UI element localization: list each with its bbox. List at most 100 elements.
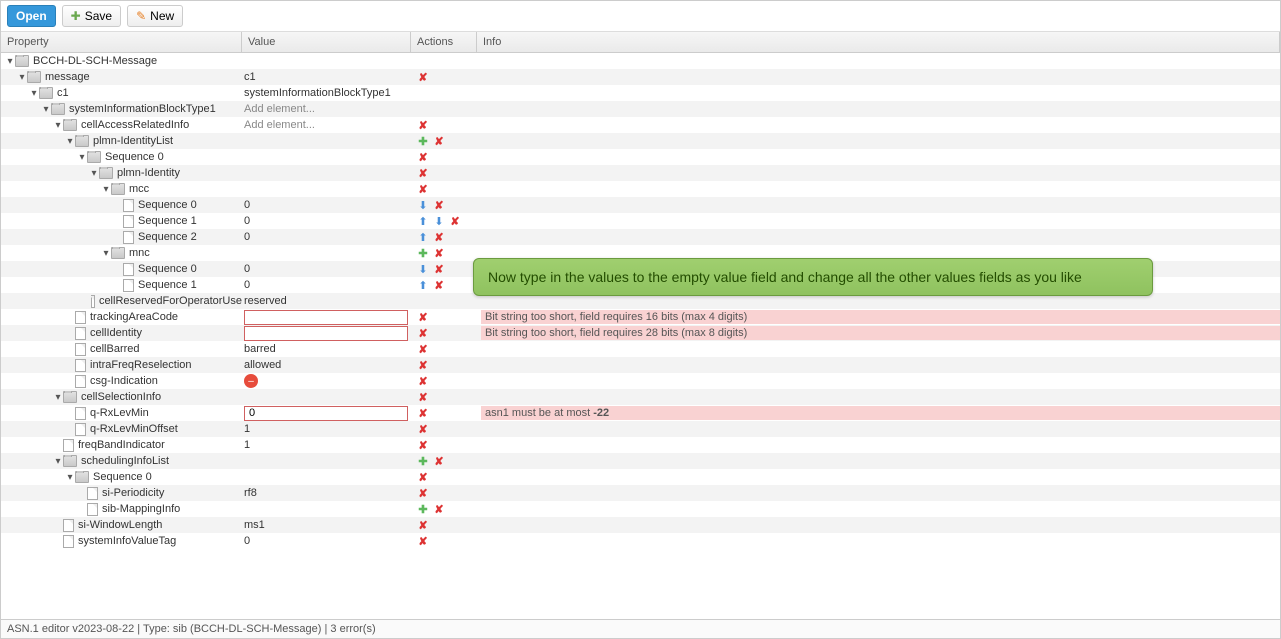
delete-icon[interactable]: ✘ bbox=[417, 487, 429, 499]
delete-icon[interactable]: ✘ bbox=[417, 375, 429, 387]
delete-icon[interactable]: ✘ bbox=[417, 343, 429, 355]
expand-toggle[interactable]: ▾ bbox=[65, 472, 75, 483]
expand-toggle[interactable]: ▾ bbox=[89, 168, 99, 179]
move-up-icon[interactable]: ⬆ bbox=[417, 215, 429, 227]
delete-icon[interactable]: ✘ bbox=[449, 215, 461, 227]
value-input[interactable] bbox=[244, 310, 408, 325]
tree-row[interactable]: Sequence 20⬆✘ bbox=[1, 229, 1280, 245]
delete-icon[interactable]: ✘ bbox=[433, 503, 445, 515]
expand-toggle[interactable]: ▾ bbox=[41, 104, 51, 115]
value-text: c1 bbox=[244, 71, 256, 83]
tree-row[interactable]: ▾c1systemInformationBlockType1 bbox=[1, 85, 1280, 101]
delete-icon[interactable]: ✘ bbox=[433, 263, 445, 275]
move-down-icon[interactable]: ⬇ bbox=[417, 263, 429, 275]
tree-row[interactable]: ▾plmn-IdentityList✚✘ bbox=[1, 133, 1280, 149]
node-label: Sequence 2 bbox=[138, 231, 197, 243]
tree-row[interactable]: ▾systemInformationBlockType1Add element.… bbox=[1, 101, 1280, 117]
move-down-icon[interactable]: ⬇ bbox=[433, 215, 445, 227]
add-icon[interactable]: ✚ bbox=[417, 455, 429, 467]
tree-row[interactable]: ▾BCCH-DL-SCH-Message bbox=[1, 53, 1280, 69]
tree-row[interactable]: ▾Sequence 0✘ bbox=[1, 149, 1280, 165]
open-button[interactable]: Open bbox=[7, 5, 56, 27]
tree-row[interactable]: Sequence 10⬆⬇✘ bbox=[1, 213, 1280, 229]
tree-row[interactable]: ▾messagec1✘ bbox=[1, 69, 1280, 85]
tree-row[interactable]: si-WindowLengthms1✘ bbox=[1, 517, 1280, 533]
new-label: New bbox=[150, 9, 174, 23]
move-up-icon[interactable]: ⬆ bbox=[417, 231, 429, 243]
header-actions[interactable]: Actions bbox=[411, 32, 477, 52]
value-cell: 0 bbox=[242, 199, 411, 211]
delete-icon[interactable]: ✘ bbox=[417, 151, 429, 163]
tree-row[interactable]: cellIdentity✘Bit string too short, field… bbox=[1, 325, 1280, 341]
expand-toggle[interactable]: ▾ bbox=[29, 88, 39, 99]
expand-toggle[interactable]: ▾ bbox=[101, 248, 111, 259]
delete-icon[interactable]: ✘ bbox=[433, 247, 445, 259]
value-cell: reserved bbox=[242, 295, 411, 307]
delete-icon[interactable]: ✘ bbox=[417, 407, 429, 419]
value-input[interactable] bbox=[244, 406, 408, 421]
header-info[interactable]: Info bbox=[477, 32, 1280, 52]
delete-icon[interactable]: ✘ bbox=[417, 183, 429, 195]
property-cell: ▾systemInformationBlockType1 bbox=[1, 103, 242, 115]
delete-icon[interactable]: ✘ bbox=[417, 519, 429, 531]
add-icon[interactable]: ✚ bbox=[417, 503, 429, 515]
delete-icon[interactable]: ✘ bbox=[433, 199, 445, 211]
delete-icon[interactable]: ✘ bbox=[417, 311, 429, 323]
expand-toggle[interactable]: ▾ bbox=[101, 184, 111, 195]
node-label: Sequence 0 bbox=[138, 263, 197, 275]
tree-row[interactable]: cellBarredbarred✘ bbox=[1, 341, 1280, 357]
tree-row[interactable]: intraFreqReselectionallowed✘ bbox=[1, 357, 1280, 373]
delete-icon[interactable]: ✘ bbox=[417, 327, 429, 339]
tree-row[interactable]: ▾schedulingInfoList✚✘ bbox=[1, 453, 1280, 469]
delete-icon[interactable]: ✘ bbox=[417, 359, 429, 371]
tree-row[interactable]: ▾plmn-Identity✘ bbox=[1, 165, 1280, 181]
delete-icon[interactable]: ✘ bbox=[417, 471, 429, 483]
delete-icon[interactable]: ✘ bbox=[417, 71, 429, 83]
info-cell: asn1 must be at most -22 bbox=[477, 406, 1280, 420]
actions-cell: ✘ bbox=[411, 151, 477, 163]
expand-toggle[interactable]: ▾ bbox=[53, 456, 63, 467]
expand-toggle[interactable]: ▾ bbox=[77, 152, 87, 163]
tree-row[interactable]: systemInfoValueTag0✘ bbox=[1, 533, 1280, 549]
tree-row[interactable]: csg-Indication–✘ bbox=[1, 373, 1280, 389]
tree-row[interactable]: ▾cellSelectionInfo✘ bbox=[1, 389, 1280, 405]
tree-row[interactable]: Sequence 00⬇✘ bbox=[1, 197, 1280, 213]
tree-row[interactable]: q-RxLevMin✘asn1 must be at most -22 bbox=[1, 405, 1280, 421]
header-property[interactable]: Property bbox=[1, 32, 242, 52]
move-up-icon[interactable]: ⬆ bbox=[417, 279, 429, 291]
move-down-icon[interactable]: ⬇ bbox=[417, 199, 429, 211]
delete-icon[interactable]: ✘ bbox=[417, 167, 429, 179]
delete-icon[interactable]: ✘ bbox=[433, 455, 445, 467]
tree-row[interactable]: freqBandIndicator1✘ bbox=[1, 437, 1280, 453]
add-icon[interactable]: ✚ bbox=[417, 247, 429, 259]
expand-toggle[interactable]: ▾ bbox=[5, 56, 15, 67]
tree-row[interactable]: si-Periodicityrf8✘ bbox=[1, 485, 1280, 501]
expand-toggle[interactable]: ▾ bbox=[53, 392, 63, 403]
expand-toggle[interactable]: ▾ bbox=[65, 136, 75, 147]
delete-icon[interactable]: ✘ bbox=[433, 231, 445, 243]
tree-row[interactable]: trackingAreaCode✘Bit string too short, f… bbox=[1, 309, 1280, 325]
expand-toggle[interactable]: ▾ bbox=[17, 72, 27, 83]
add-icon[interactable]: ✚ bbox=[417, 135, 429, 147]
new-button[interactable]: ✎ New bbox=[127, 5, 183, 27]
delete-icon[interactable]: ✘ bbox=[417, 119, 429, 131]
tree-row[interactable]: sib-MappingInfo✚✘ bbox=[1, 501, 1280, 517]
header-value[interactable]: Value bbox=[242, 32, 411, 52]
save-button[interactable]: ✚ Save bbox=[62, 5, 121, 27]
delete-icon[interactable]: ✘ bbox=[417, 535, 429, 547]
tree-row[interactable]: ▾mcc✘ bbox=[1, 181, 1280, 197]
file-icon bbox=[87, 503, 98, 516]
delete-icon[interactable]: ✘ bbox=[417, 391, 429, 403]
delete-icon[interactable]: ✘ bbox=[417, 439, 429, 451]
delete-icon[interactable]: ✘ bbox=[433, 135, 445, 147]
tree-row[interactable]: ▾Sequence 0✘ bbox=[1, 469, 1280, 485]
delete-icon[interactable]: ✘ bbox=[417, 423, 429, 435]
file-icon bbox=[75, 311, 86, 324]
value-input[interactable] bbox=[244, 326, 408, 341]
expand-toggle[interactable]: ▾ bbox=[53, 120, 63, 131]
property-cell: si-Periodicity bbox=[1, 487, 242, 500]
tree-row[interactable]: ▾cellAccessRelatedInfoAdd element...✘ bbox=[1, 117, 1280, 133]
delete-icon[interactable]: ✘ bbox=[433, 279, 445, 291]
tree-row[interactable]: q-RxLevMinOffset1✘ bbox=[1, 421, 1280, 437]
value-text: systemInformationBlockType1 bbox=[244, 87, 391, 99]
